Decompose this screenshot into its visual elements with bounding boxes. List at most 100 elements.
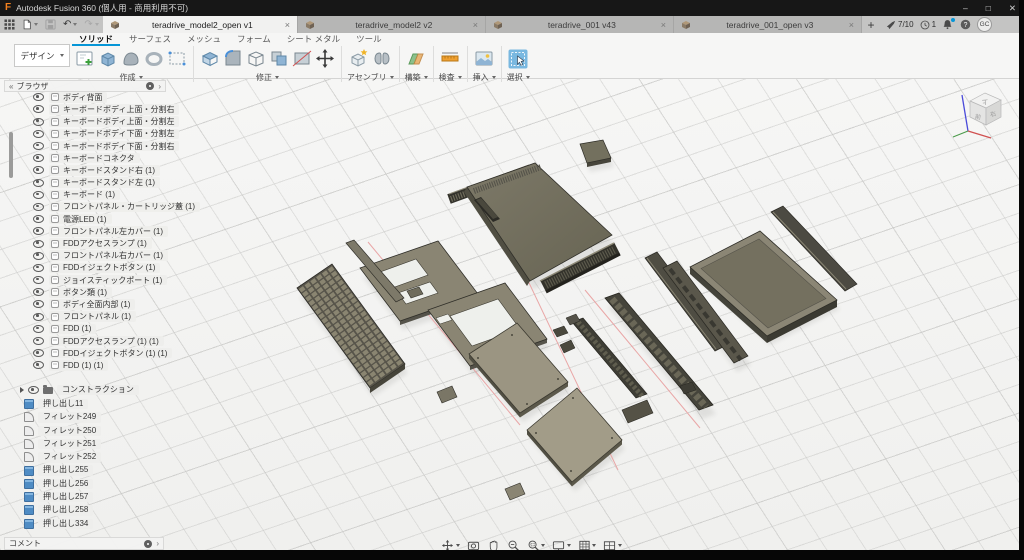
visibility-eye-icon[interactable] xyxy=(33,118,44,126)
browser-item[interactable]: キーボードコネクタ xyxy=(33,153,200,164)
collapse-panel-icon[interactable]: « xyxy=(9,82,12,91)
file-menu-button[interactable] xyxy=(22,19,38,30)
comment-options-icon[interactable] xyxy=(144,540,152,548)
tab-close-icon[interactable]: × xyxy=(849,20,854,30)
help-icon[interactable]: ? xyxy=(960,19,971,30)
ribbon-tab-form[interactable]: フォーム xyxy=(230,33,278,46)
save-icon[interactable] xyxy=(45,19,56,30)
visibility-eye-icon[interactable] xyxy=(33,349,44,357)
combine-icon[interactable] xyxy=(268,47,290,71)
visibility-eye-icon[interactable] xyxy=(33,179,44,187)
user-avatar[interactable]: GC xyxy=(977,17,992,32)
visibility-eye-icon[interactable] xyxy=(33,142,44,150)
model-cartridge-lid[interactable] xyxy=(580,140,611,167)
document-tab-1[interactable]: teradrive_model2_open v1 × xyxy=(103,16,298,33)
group-label-construct[interactable]: 構築 xyxy=(405,72,428,83)
close-button[interactable]: ✕ xyxy=(1009,3,1016,14)
minimize-button[interactable]: – xyxy=(963,3,968,13)
browser-item[interactable]: キーボード (1) xyxy=(33,190,200,201)
undo-button[interactable]: ↶ xyxy=(63,20,77,30)
browser-item[interactable]: FDDイジェクトボタン (1) xyxy=(33,263,200,274)
visibility-eye-icon[interactable] xyxy=(33,215,44,223)
browser-item[interactable]: フロントパネル (1) xyxy=(33,311,200,322)
insert-image-icon[interactable] xyxy=(473,47,495,71)
browser-item[interactable]: ボディ背面 xyxy=(33,92,200,103)
group-label-create[interactable]: 作成 xyxy=(120,72,143,83)
browser-item[interactable]: キーボードスタンド左 (1) xyxy=(33,177,200,188)
feature-item[interactable]: 押し出し256 xyxy=(24,479,101,489)
browser-item[interactable]: キーボードボディ下面・分割右 xyxy=(33,141,200,152)
feature-item[interactable]: フィレット250 xyxy=(24,426,101,436)
measure-icon[interactable] xyxy=(439,47,461,71)
visibility-eye-icon[interactable] xyxy=(33,361,44,369)
visibility-eye-icon[interactable] xyxy=(33,300,44,308)
feature-item[interactable]: 押し出し257 xyxy=(24,492,101,502)
browser-item[interactable]: キーボードボディ上面・分割右 xyxy=(33,104,200,115)
coil-icon[interactable] xyxy=(143,47,165,71)
select-icon[interactable] xyxy=(507,47,529,71)
joint-icon[interactable] xyxy=(371,47,393,71)
primitive-box-icon[interactable] xyxy=(166,47,188,71)
document-tab-4[interactable]: teradrive_001_open v3 × xyxy=(674,16,862,33)
browser-item[interactable]: キーボードスタンド右 (1) xyxy=(33,165,200,176)
ribbon-tab-mesh[interactable]: メッシュ xyxy=(180,33,228,46)
tab-close-icon[interactable]: × xyxy=(473,20,478,30)
expand-arrow-icon[interactable] xyxy=(20,387,24,393)
construction-plane-icon[interactable] xyxy=(405,47,427,71)
browser-item[interactable]: FDD (1) (1) xyxy=(33,360,200,371)
feature-item[interactable]: フィレット251 xyxy=(24,439,101,449)
visibility-eye-icon[interactable] xyxy=(33,288,44,296)
construction-folder[interactable]: コンストラクション xyxy=(20,385,139,395)
tab-close-icon[interactable]: × xyxy=(285,20,290,30)
browser-item[interactable]: キーボードボディ上面・分割左 xyxy=(33,116,200,127)
visibility-eye-icon[interactable] xyxy=(33,154,44,162)
browser-item[interactable]: FDDイジェクトボタン (1) (1) xyxy=(33,348,200,359)
document-tab-2[interactable]: teradrive_model2 v2 × xyxy=(298,16,486,33)
browser-item[interactable]: ボタン類 (1) xyxy=(33,287,200,298)
visibility-eye-icon[interactable] xyxy=(33,105,44,113)
visibility-eye-icon[interactable] xyxy=(33,252,44,260)
browser-scrollbar[interactable] xyxy=(9,132,13,178)
extrude-icon[interactable] xyxy=(97,47,119,71)
visibility-eye-icon[interactable] xyxy=(28,386,39,394)
feature-item[interactable]: フィレット252 xyxy=(24,452,101,462)
ribbon-tab-tools[interactable]: ツール xyxy=(349,33,389,46)
browser-item[interactable]: FDD (1) xyxy=(33,324,200,335)
group-label-assemble[interactable]: アセンブリ xyxy=(347,72,394,83)
visibility-eye-icon[interactable] xyxy=(33,240,44,248)
comment-bar[interactable]: コメント › xyxy=(4,537,164,550)
visibility-eye-icon[interactable] xyxy=(33,313,44,321)
browser-item[interactable]: フロントパネル・カートリッジ蓋 (1) xyxy=(33,202,200,213)
feature-item[interactable]: 押し出し11 xyxy=(24,399,101,409)
move-icon[interactable] xyxy=(314,47,336,71)
shell-icon[interactable] xyxy=(245,47,267,71)
browser-item[interactable]: FDDアクセスランプ (1) xyxy=(33,238,200,249)
group-label-modify[interactable]: 修正 xyxy=(256,72,279,83)
press-pull-icon[interactable] xyxy=(199,47,221,71)
group-label-select[interactable]: 選択 xyxy=(507,72,530,83)
redo-button[interactable]: ↷ xyxy=(84,20,98,30)
browser-item[interactable]: ジョイスティックポート (1) xyxy=(33,275,200,286)
browser-item[interactable]: FDDアクセスランプ (1) (1) xyxy=(33,336,200,347)
visibility-eye-icon[interactable] xyxy=(33,227,44,235)
visibility-eye-icon[interactable] xyxy=(33,166,44,174)
split-body-icon[interactable] xyxy=(291,47,313,71)
alerts-button[interactable] xyxy=(942,19,954,31)
visibility-eye-icon[interactable] xyxy=(33,203,44,211)
browser-item[interactable]: フロントパネル左カバー (1) xyxy=(33,226,200,237)
feature-item[interactable]: フィレット249 xyxy=(24,412,101,422)
comment-expand-icon[interactable]: › xyxy=(156,539,159,548)
fillet-icon[interactable] xyxy=(222,47,244,71)
feature-item[interactable]: 押し出し334 xyxy=(24,519,101,529)
visibility-eye-icon[interactable] xyxy=(33,191,44,199)
job-status-button[interactable]: 7/10 xyxy=(886,20,914,30)
loft-icon[interactable] xyxy=(120,47,142,71)
design-workspace-menu[interactable]: デザイン xyxy=(14,44,70,67)
maximize-button[interactable]: □ xyxy=(986,3,991,13)
new-tab-button[interactable]: + xyxy=(862,16,880,33)
feature-item[interactable]: 押し出し255 xyxy=(24,465,101,475)
tab-close-icon[interactable]: × xyxy=(661,20,666,30)
viewcube[interactable]: 上 前 右 xyxy=(970,93,1001,125)
panel-options-icon[interactable] xyxy=(146,82,154,90)
visibility-eye-icon[interactable] xyxy=(33,276,44,284)
